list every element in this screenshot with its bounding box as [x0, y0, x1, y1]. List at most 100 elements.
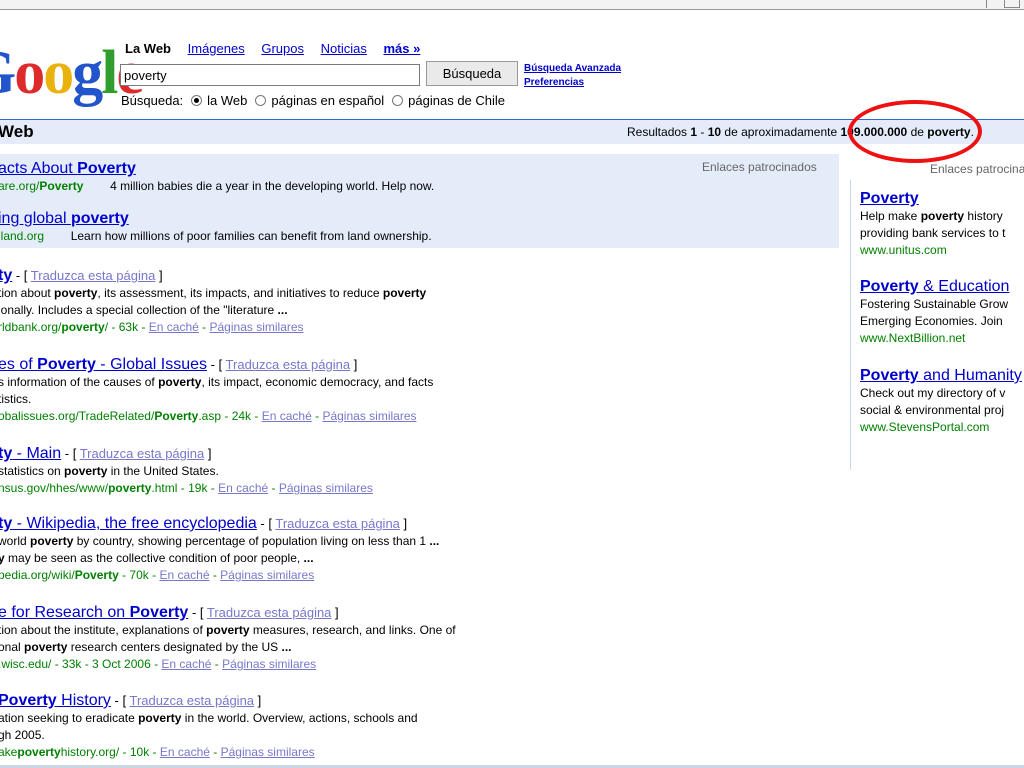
cache-link[interactable]: En caché — [161, 657, 211, 671]
search-input[interactable] — [120, 64, 420, 86]
snippet-text: by country, showing percentage of popula… — [73, 534, 430, 548]
result-size: 10k — [129, 745, 150, 759]
snippet-text: onal — [0, 640, 25, 654]
preferences-link[interactable]: Preferencias — [524, 76, 621, 90]
similar-pages-link[interactable]: Páginas similares — [222, 657, 316, 671]
translate-link[interactable]: Traduzca esta página — [207, 605, 332, 620]
snippet-bold: poverty — [64, 464, 108, 478]
translate-bracket: ] — [350, 357, 358, 372]
translate-bracket: - [ — [256, 516, 276, 531]
result-url-line: nsus.gov/hhes/www/poverty.html - 19k - E… — [0, 481, 373, 495]
snippet-text: s information of the causes of — [0, 375, 159, 389]
result-title-link[interactable]: e for Research on Poverty — [0, 604, 188, 621]
similar-pages-link[interactable]: Páginas similares — [322, 409, 416, 423]
scope-label: Búsqueda: — [121, 93, 184, 108]
snippet-text: ionally. Includes a special collection o… — [0, 303, 278, 317]
sidebar-ad-link[interactable]: Poverty and Humanity — [860, 367, 1022, 384]
result-size: 63k — [118, 320, 139, 334]
snippet-bold: ... — [277, 303, 288, 317]
sidebar-divider — [850, 180, 851, 470]
result-title-link[interactable]: Poverty History — [0, 692, 111, 709]
result-title: ty - Wikipedia, the free encyclopedia - … — [0, 514, 439, 533]
sidebar-ad-link[interactable]: Poverty — [860, 190, 919, 207]
scope-chile-label: páginas de Chile — [408, 93, 506, 108]
result-item: e for Research on Poverty - [ Traduzca e… — [0, 603, 456, 673]
result-snippet: gh 2005. — [0, 727, 418, 744]
tab-web: La Web — [125, 41, 171, 56]
result-size: 33k - 3 Oct 2006 — [62, 657, 151, 671]
result-title-link[interactable]: ty - Wikipedia, the free encyclopedia — [0, 515, 257, 532]
search-button[interactable]: Búsqueda — [426, 61, 518, 86]
advanced-search-link[interactable]: Búsqueda Avanzada — [524, 62, 621, 76]
result-item: ty - [ Traduzca esta página ] tion about … — [0, 266, 426, 336]
results-bar-title: Web — [0, 122, 34, 141]
snippet-text: Fostering Sustainable Grow — [860, 297, 1009, 311]
result-url-line: pedia.org/wiki/Poverty - 70k - En caché … — [0, 568, 315, 582]
radio-spanish[interactable] — [255, 95, 267, 106]
result-snippet: ation seeking to eradicate poverty in th… — [0, 710, 418, 727]
snippet-text: world — [0, 534, 31, 548]
similar-pages-link[interactable]: Páginas similares — [279, 481, 373, 495]
result-title-link[interactable]: es of Poverty - Global Issues — [0, 356, 207, 373]
scope-web-label: la Web — [207, 93, 248, 108]
sidebar-ad-desc: Fostering Sustainable Grow — [860, 296, 1009, 313]
scrollbar-arrow[interactable] — [986, 0, 998, 8]
translate-link[interactable]: Traduzca esta página — [275, 516, 400, 531]
snippet-bold: ... — [281, 640, 292, 654]
sponsored-title-link[interactable]: ing global poverty — [0, 209, 432, 228]
cache-link[interactable]: En caché — [262, 409, 312, 423]
sidebar-ad-url[interactable]: www.NextBillion.net — [860, 330, 1009, 347]
result-title-link[interactable]: ty - Main — [0, 445, 61, 462]
tab-news[interactable]: Noticias — [321, 41, 367, 56]
cache-link[interactable]: En caché — [218, 481, 268, 495]
sidebar-ad-title: Poverty — [860, 189, 1005, 208]
translate-link[interactable]: Traduzca esta página — [31, 268, 156, 283]
sidebar-ad-url[interactable]: www.unitus.com — [860, 242, 1005, 259]
snippet-text: research centers designated by the US — [67, 640, 282, 654]
tab-more[interactable]: más » — [383, 41, 420, 56]
translate-link[interactable]: Traduzca esta página — [80, 446, 205, 461]
radio-chile[interactable] — [392, 95, 404, 106]
search-options: Búsqueda Avanzada Preferencias — [524, 62, 621, 90]
result-title: ty - [ Traduzca esta página ] — [0, 266, 426, 285]
sponsored-url[interactable]: are.org/Poverty — [0, 179, 83, 193]
sponsored-url[interactable]: iland.org — [0, 229, 44, 243]
translate-bracket: ] — [331, 605, 339, 620]
result-url: rldbank.org/poverty/ — [0, 320, 109, 334]
translate-bracket: ] — [399, 516, 408, 531]
translate-bracket: ] — [254, 693, 262, 708]
snippet-text: , its impact, economic democracy, and fa… — [201, 375, 434, 389]
sidebar-ad-title: Poverty & Education — [860, 277, 1009, 296]
sidebar-ad-url[interactable]: www.StevensPortal.com — [860, 419, 1022, 436]
sidebar-ad-link[interactable]: Poverty & Education — [860, 278, 1009, 295]
result-title: es of Poverty - Global Issues - [ Traduz… — [0, 355, 433, 374]
result-title: Poverty History - [ Traduzca esta página… — [0, 691, 418, 710]
similar-pages-link[interactable]: Páginas similares — [210, 320, 304, 334]
browser-toolbar-edge — [0, 0, 1024, 10]
result-title-link[interactable]: ty — [0, 267, 12, 284]
radio-web[interactable] — [191, 95, 203, 106]
cache-link[interactable]: En caché — [159, 568, 209, 582]
window-button[interactable] — [1004, 0, 1020, 8]
snippet-bold: poverty — [138, 711, 182, 725]
similar-pages-link[interactable]: Páginas similares — [221, 745, 315, 759]
similar-pages-link[interactable]: Páginas similares — [220, 568, 314, 582]
sponsored-title-link[interactable]: acts About Poverty — [0, 159, 434, 178]
sidebar-ad-desc: Emerging Economies. Join — [860, 314, 1003, 328]
tab-images[interactable]: Imágenes — [188, 41, 245, 56]
result-url-line: akepovertyhistory.org/ - 10k - En caché … — [0, 745, 315, 759]
snippet-text: tion about — [0, 286, 55, 300]
translate-link[interactable]: Traduzca esta página — [129, 693, 254, 708]
translate-bracket: ] — [204, 446, 212, 461]
translate-bracket: - [ — [207, 357, 226, 372]
result-item: ty - Main - [ Traduzca esta página ] stat… — [0, 444, 373, 497]
sidebar-ad-desc: providing bank services to t — [860, 226, 1006, 240]
translate-link[interactable]: Traduzca esta página — [226, 357, 351, 372]
snippet-text: in the world. Overview, actions, schools… — [181, 711, 418, 725]
translate-bracket: - [ — [12, 268, 31, 283]
cache-link[interactable]: En caché — [160, 745, 210, 759]
cache-link[interactable]: En caché — [149, 320, 199, 334]
snippet-bold: ... — [303, 551, 314, 565]
tab-groups[interactable]: Grupos — [261, 41, 304, 56]
snippet-bold: poverty — [206, 623, 250, 637]
